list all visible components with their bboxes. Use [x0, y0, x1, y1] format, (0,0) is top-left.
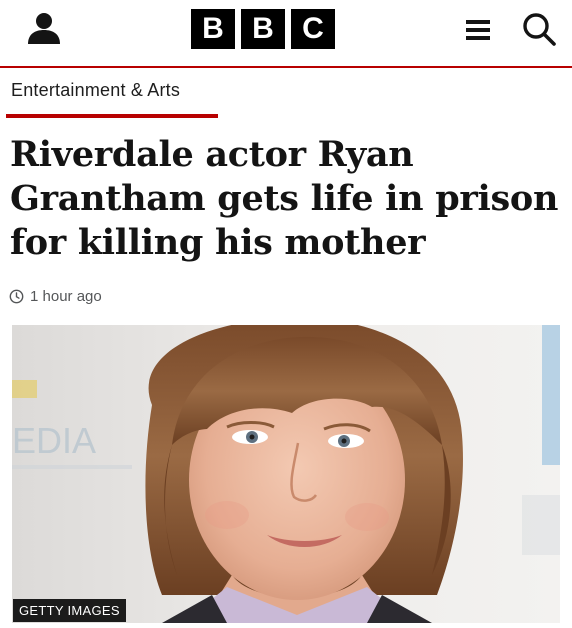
search-icon[interactable] [521, 11, 557, 47]
logo-letter-c: C [291, 9, 335, 49]
site-header: B B C [0, 0, 572, 68]
backdrop-text: EDIA [12, 420, 96, 461]
article-photo: EDIA [12, 325, 560, 623]
bbc-logo[interactable]: B B C [191, 9, 335, 49]
article-headline: Riverdale actor Ryan Grantham gets life … [10, 134, 559, 263]
section-link[interactable]: Entertainment & Arts [11, 80, 180, 101]
logo-letter-b2: B [241, 9, 285, 49]
section-underline [6, 114, 218, 118]
article-timestamp: 1 hour ago [9, 288, 102, 305]
portrait-image: EDIA [12, 325, 560, 623]
image-credit: GETTY IMAGES [13, 599, 126, 622]
logo-letter-b1: B [191, 9, 235, 49]
account-icon[interactable] [26, 10, 62, 46]
clock-icon [9, 289, 24, 304]
timestamp-text: 1 hour ago [30, 288, 102, 305]
menu-icon[interactable] [465, 17, 491, 43]
